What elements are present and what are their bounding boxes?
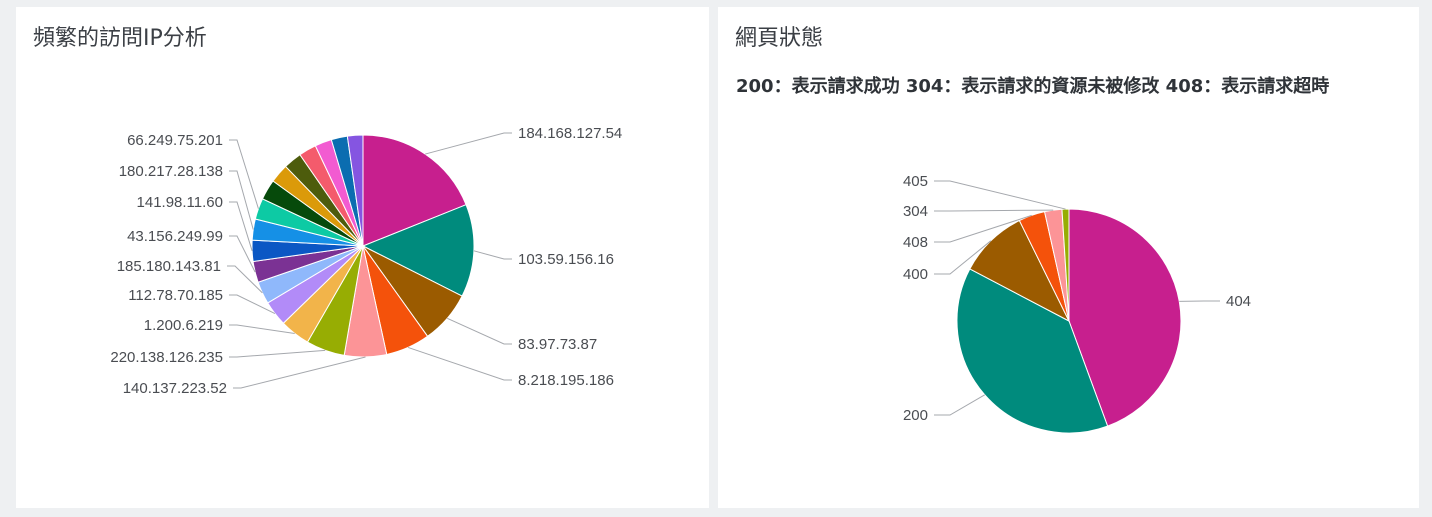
- slice-label-112-78-70-185: 112.78.70.185: [128, 287, 223, 304]
- pie-slices: [956, 208, 1182, 434]
- slice-label-1-200-6-219: 1.200.6.219: [144, 317, 223, 334]
- slice-label-140-137-223-52: 140.137.223.52: [123, 380, 227, 397]
- connector-line: [229, 324, 295, 335]
- status-pie-chart: 404 200 400 408 304 405: [903, 173, 1251, 434]
- slice-label-83-97-73-87: 83.97.73.87: [518, 336, 597, 353]
- page-status-panel: 網頁狀態 200：表示請求成功 304：表示請求的資源未被修改 408：表示請求…: [718, 7, 1419, 508]
- slice-label-408: 408: [903, 234, 928, 251]
- connector-line: [229, 139, 259, 209]
- connector-line: [407, 346, 512, 381]
- slice-label-400: 400: [903, 266, 928, 283]
- slice-label-304: 304: [903, 203, 928, 220]
- ip-pie-chart: 184.168.127.54 103.59.156.16 83.97.73.87 8.…: [110, 125, 622, 397]
- slice-label-220-138-126-235: 220.138.126.235: [110, 349, 223, 366]
- slice-label-66-249-75-201: 66.249.75.201: [127, 132, 223, 149]
- slice-label-180-217-28-138: 180.217.28.138: [119, 163, 223, 180]
- slice-label-141-98-11-60: 141.98.11.60: [137, 194, 223, 211]
- slice-label-185-180-143-81: 185.180.143.81: [117, 258, 221, 275]
- connector-line: [473, 250, 512, 260]
- slice-label-184-168-127-54: 184.168.127.54: [518, 125, 622, 142]
- slice-label-103-59-156-16: 103.59.156.16: [518, 251, 614, 268]
- connector-line: [229, 235, 256, 273]
- slice-label-200: 200: [903, 407, 928, 424]
- connector-line: [934, 180, 1066, 210]
- slice-label-43-156-249-99: 43.156.249.99: [127, 228, 223, 245]
- connector-line: [425, 132, 512, 155]
- connector-line: [934, 394, 986, 416]
- connector-line: [229, 349, 326, 358]
- connector-line: [447, 317, 512, 345]
- slice-label-8-218-195-186: 8.218.195.186: [518, 372, 614, 389]
- slice-label-404: 404: [1226, 293, 1251, 310]
- ip-analysis-panel: 頻繁的訪問IP分析 184.168.127.54 103.59.156.16 83.…: [16, 7, 709, 508]
- slice-label-405: 405: [903, 173, 928, 190]
- connector-line: [233, 356, 366, 389]
- pie-slices: [251, 134, 475, 358]
- connector-line: [934, 209, 1054, 212]
